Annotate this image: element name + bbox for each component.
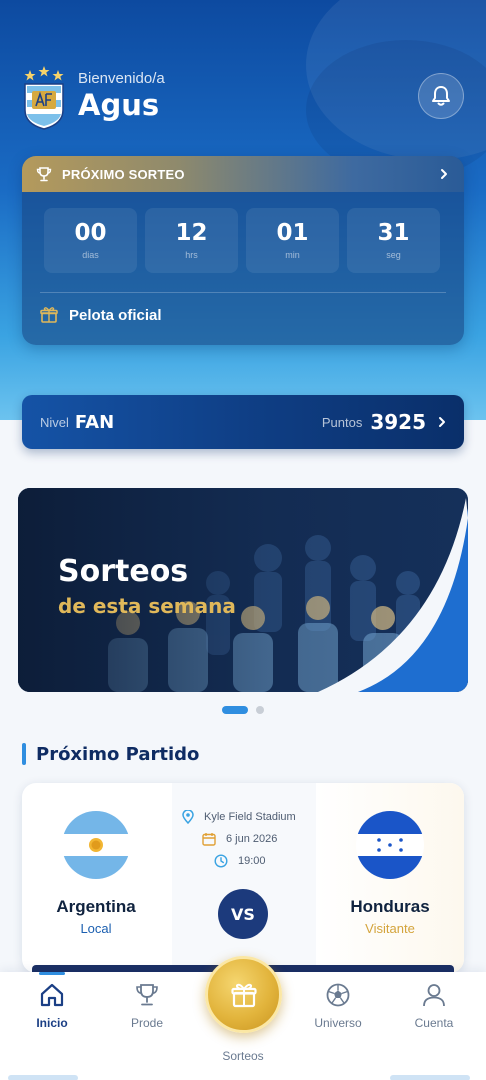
clock-icon: [214, 854, 228, 868]
trophy-icon: [36, 167, 52, 182]
points-value: 3925: [370, 410, 426, 434]
next-draw-title: PRÓXIMO SORTEO: [62, 166, 185, 182]
chevron-right-icon: [439, 417, 445, 427]
countdown-hours: 12 hrs: [145, 208, 238, 273]
tab-label: Universo: [314, 1016, 362, 1030]
next-draw-card[interactable]: PRÓXIMO SORTEO 00 dias 12 hrs 01 min 31 …: [22, 156, 464, 345]
countdown-minutes: 01 min: [246, 208, 339, 273]
countdown-value: 01: [276, 220, 309, 246]
calendar-icon: [202, 833, 216, 846]
afa-crest-logo: [24, 66, 64, 130]
countdown: 00 dias 12 hrs 01 min 31 seg: [22, 192, 464, 273]
soccer-ball-icon: [326, 983, 350, 1007]
next-match-card[interactable]: Argentina Local Kyle Field Stadium 6 jun…: [22, 783, 464, 973]
home-team-name: Argentina: [56, 897, 136, 916]
decoration: [8, 1075, 78, 1080]
countdown-unit: seg: [386, 250, 401, 260]
user-icon: [423, 984, 445, 1007]
tab-sorteos-button[interactable]: [205, 956, 282, 1033]
carousel-dot[interactable]: [256, 706, 264, 714]
countdown-unit: dias: [82, 250, 99, 260]
match-date: 6 jun 2026: [202, 832, 277, 846]
tab-label: Prode: [130, 1016, 164, 1030]
carousel-dot-active[interactable]: [222, 706, 248, 714]
countdown-value: 12: [175, 220, 208, 246]
active-tab-indicator: [39, 972, 65, 975]
username: Agus: [78, 88, 160, 122]
decoration: [390, 1075, 470, 1080]
points-label: Puntos: [321, 414, 363, 430]
section-title: Próximo Partido: [36, 743, 200, 765]
countdown-unit: min: [285, 250, 300, 260]
trophy-icon: [136, 984, 158, 1006]
countdown-days: 00 dias: [44, 208, 137, 273]
notifications-button[interactable]: [418, 73, 464, 119]
countdown-unit: hrs: [185, 250, 198, 260]
tab-label: Cuenta: [414, 1016, 454, 1030]
divider: [40, 292, 446, 293]
carousel-indicator: [222, 706, 264, 714]
stadium-label: Kyle Field Stadium: [204, 811, 296, 823]
match-time: 19:00: [214, 854, 266, 868]
level-value: FAN: [74, 411, 115, 433]
team-celebration-image: [18, 488, 468, 692]
away-team-role: Visitante: [365, 921, 415, 936]
countdown-seconds: 31 seg: [347, 208, 440, 273]
away-team-name: Honduras: [350, 897, 430, 916]
tab-inicio[interactable]: Inicio: [12, 982, 92, 1030]
honduras-flag: [356, 811, 424, 879]
tab-cuenta[interactable]: Cuenta: [394, 982, 474, 1030]
tab-label: Sorteos: [222, 1049, 264, 1063]
vs-badge: VS: [218, 889, 268, 939]
argentina-flag: [62, 811, 130, 879]
date-label: 6 jun 2026: [226, 833, 278, 845]
home-icon: [40, 983, 64, 1007]
banner-subtitle: de esta semana: [58, 594, 236, 618]
time-label: 19:00: [238, 855, 266, 867]
level-label: Nivel: [40, 414, 69, 430]
section-next-match: Próximo Partido: [22, 743, 199, 765]
location-pin-icon: [182, 810, 194, 824]
hero-header: Bienvenido/a Agus PRÓXIMO SORTEO 00 dias: [0, 0, 486, 420]
welcome-label: Bienvenido/a: [78, 70, 165, 87]
countdown-value: 31: [377, 220, 410, 246]
draw-prize: Pelota oficial: [40, 306, 162, 324]
chevron-right-icon: [441, 169, 447, 179]
promo-banner[interactable]: Sorteos de esta semana: [18, 488, 468, 692]
tab-label: Inicio: [36, 1016, 68, 1030]
prize-label: Pelota oficial: [69, 306, 162, 324]
countdown-value: 00: [74, 220, 107, 246]
match-stadium: Kyle Field Stadium: [182, 810, 296, 824]
section-accent: [22, 743, 26, 765]
tab-prode[interactable]: Prode: [107, 982, 187, 1030]
gift-icon: [40, 307, 58, 323]
home-team-role: Local: [80, 921, 112, 936]
gift-icon: [230, 983, 257, 1007]
next-draw-header[interactable]: PRÓXIMO SORTEO: [22, 156, 464, 192]
bell-icon: [432, 86, 450, 106]
tab-universo[interactable]: Universo: [298, 982, 378, 1030]
level-points-bar[interactable]: Nivel FAN Puntos 3925: [22, 395, 464, 449]
banner-title: Sorteos: [58, 554, 189, 589]
